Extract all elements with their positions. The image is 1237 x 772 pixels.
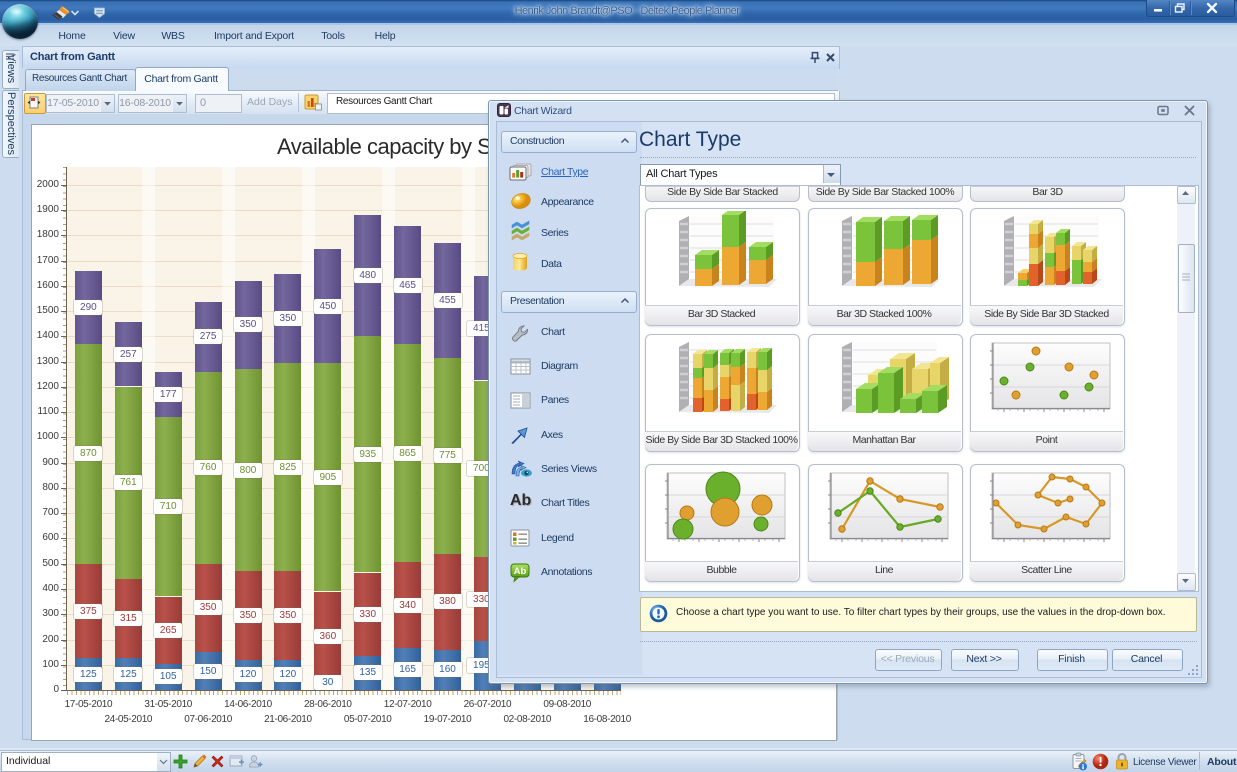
svg-text:Ab: Ab: [514, 566, 527, 577]
